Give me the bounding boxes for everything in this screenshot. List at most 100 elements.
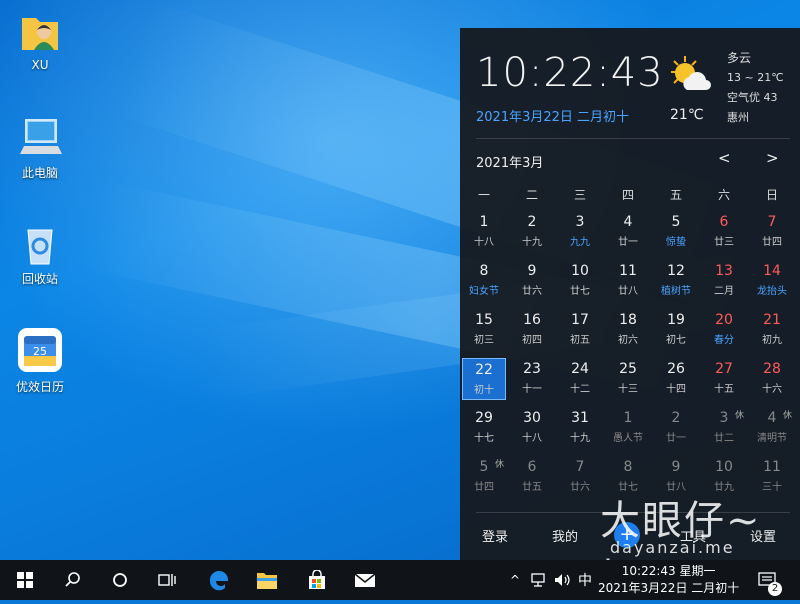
calendar-day[interactable]: 1 十八 [462, 211, 506, 253]
cortana-icon[interactable] [97, 560, 143, 600]
login-button[interactable]: 登录 [482, 526, 508, 545]
calendar-day[interactable]: 17 初五 [558, 309, 602, 351]
calendar-day[interactable]: 18 初六 [606, 309, 650, 351]
mail-icon[interactable] [342, 560, 388, 600]
computer-icon [18, 116, 62, 160]
day-number: 9 [527, 263, 537, 279]
calendar-day[interactable]: 4 清明节休 [750, 407, 794, 449]
desktop-icon-calendar-app[interactable]: 25 优效日历 [8, 326, 72, 395]
search-icon[interactable] [50, 560, 96, 600]
windows-start-icon[interactable] [2, 560, 48, 600]
calendar-day[interactable]: 6 廿五 [510, 456, 554, 498]
panel-date[interactable]: 2021年3月22日 二月初十 [476, 106, 629, 125]
day-number: 10 [571, 263, 589, 279]
calendar-day[interactable]: 21 初九 [750, 309, 794, 351]
day-number: 1 [479, 214, 489, 230]
calendar-day[interactable]: 16 初四 [510, 309, 554, 351]
calendar-day[interactable]: 23 十一 [510, 358, 554, 400]
store-icon[interactable] [294, 560, 340, 600]
calendar-day[interactable]: 30 十八 [510, 407, 554, 449]
tray-chevron-icon[interactable]: ^ [510, 560, 520, 600]
day-number: 7 [767, 214, 777, 230]
calendar-day[interactable]: 27 十五 [702, 358, 746, 400]
file-explorer-icon[interactable] [244, 560, 290, 600]
day-number: 16 [523, 312, 541, 328]
calendar-day[interactable]: 10 廿七 [558, 260, 602, 302]
next-month-button[interactable]: > [766, 149, 779, 167]
calendar-day[interactable]: 2 廿一 [654, 407, 698, 449]
lunar-label: 廿六 [522, 286, 542, 297]
prev-month-button[interactable]: < [718, 149, 731, 167]
day-number: 2 [671, 410, 681, 426]
calendar-day[interactable]: 6 廿三 [702, 211, 746, 253]
calendar-day[interactable]: 12 植树节 [654, 260, 698, 302]
weekday-label: 二 [525, 188, 538, 202]
calendar-day[interactable]: 13 二月 [702, 260, 746, 302]
calendar-day[interactable]: 9 廿六 [510, 260, 554, 302]
calendar-day[interactable]: 29 十七 [462, 407, 506, 449]
day-number: 17 [571, 312, 589, 328]
calendar-day[interactable]: 7 廿四 [750, 211, 794, 253]
lunar-label: 初四 [522, 335, 542, 346]
calendar-day[interactable]: 15 初三 [462, 309, 506, 351]
calendar-day[interactable]: 14 龙抬头 [750, 260, 794, 302]
calendar-day[interactable]: 26 十四 [654, 358, 698, 400]
lunar-label: 初七 [666, 335, 686, 346]
day-number: 11 [763, 459, 781, 475]
calendar-panel: 10:22:43 2021年3月22日 二月初十 21℃ 多云 13 ~ 21℃… [460, 28, 800, 602]
calendar-day[interactable]: 7 廿六 [558, 456, 602, 498]
lunar-label: 十四 [666, 384, 686, 395]
user-folder-icon [18, 10, 62, 54]
weekday-label: 日 [765, 188, 778, 202]
volume-icon[interactable] [554, 560, 572, 600]
watermark-url: dayanzai.me [610, 538, 735, 557]
day-number: 15 [475, 312, 493, 328]
day-number: 31 [571, 410, 589, 426]
weekday-header: 一二三四五六日 [460, 186, 800, 204]
lunar-label: 初五 [570, 335, 590, 346]
day-number: 27 [715, 361, 733, 377]
lunar-label: 十八 [522, 433, 542, 444]
calendar-day[interactable]: 5 廿四休 [462, 456, 506, 498]
lunar-label: 初九 [762, 335, 782, 346]
lunar-label: 廿一 [666, 433, 686, 444]
calendar-day[interactable]: 3 廿二休 [702, 407, 746, 449]
task-view-icon[interactable] [144, 560, 190, 600]
day-number: 26 [667, 361, 685, 377]
day-number: 3 [575, 214, 585, 230]
month-title: 2021年3月 [476, 156, 544, 171]
day-number: 8 [623, 459, 633, 475]
calendar-day-selected[interactable]: 22 初十 [462, 358, 506, 400]
calendar-day[interactable]: 3 九九 [558, 211, 602, 253]
lunar-label: 廿三 [714, 237, 734, 248]
desktop-icon-this-pc[interactable]: 此电脑 [8, 116, 72, 181]
edge-icon[interactable] [196, 560, 242, 600]
taskbar: ^ 中 10:22:43 星期一 2021年3月22日 二月初十 [0, 560, 800, 600]
desktop-icon-recycle-bin[interactable]: 回收站 [8, 222, 72, 287]
partly-cloudy-icon[interactable] [665, 52, 713, 100]
taskbar-clock[interactable]: 10:22:43 星期一 2021年3月22日 二月初十 [598, 563, 739, 597]
lunar-label: 惊蛰 [666, 237, 686, 248]
notification-count-badge: 2 [768, 582, 782, 596]
calendar-day[interactable]: 24 十二 [558, 358, 602, 400]
network-icon[interactable] [530, 560, 546, 600]
day-number: 6 [527, 459, 537, 475]
day-number: 11 [619, 263, 637, 279]
day-number: 25 [619, 361, 637, 377]
desktop-icon-user[interactable]: XU [8, 10, 72, 72]
calendar-day[interactable]: 11 廿八 [606, 260, 650, 302]
calendar-day[interactable]: 19 初七 [654, 309, 698, 351]
lunar-label: 十七 [474, 433, 494, 444]
calendar-day[interactable]: 4 廿一 [606, 211, 650, 253]
calendar-day[interactable]: 20 春分 [702, 309, 746, 351]
calendar-day[interactable]: 25 十三 [606, 358, 650, 400]
lunar-label: 初十 [474, 385, 494, 396]
calendar-day[interactable]: 5 惊蛰 [654, 211, 698, 253]
calendar-day[interactable]: 8 妇女节 [462, 260, 506, 302]
calendar-day[interactable]: 31 十九 [558, 407, 602, 449]
calendar-day[interactable]: 28 十六 [750, 358, 794, 400]
calendar-day[interactable]: 1 愚人节 [606, 407, 650, 449]
calendar-day[interactable]: 2 十九 [510, 211, 554, 253]
ime-indicator[interactable]: 中 [578, 560, 592, 600]
mine-button[interactable]: 我的 [552, 526, 578, 545]
